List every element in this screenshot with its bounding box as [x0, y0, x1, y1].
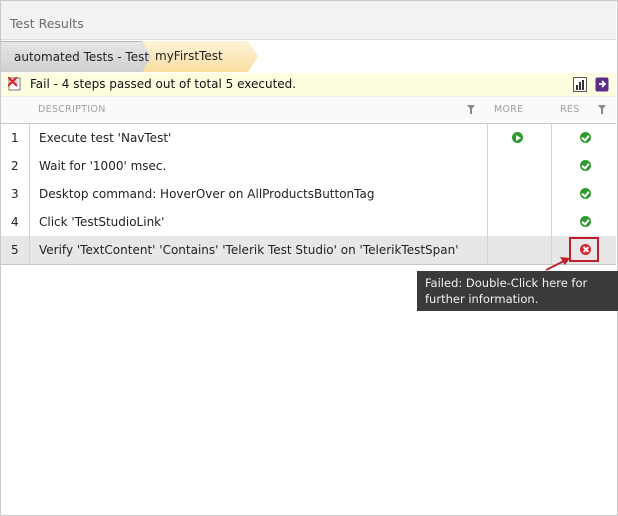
breadcrumb-item-test[interactable]: automated Tests - Test 1	[1, 41, 151, 72]
failed-icon[interactable]	[580, 244, 591, 255]
play-icon[interactable]	[512, 132, 523, 143]
passed-icon	[580, 188, 591, 199]
export-icon[interactable]	[595, 77, 609, 92]
fail-icon	[8, 77, 21, 91]
table-row[interactable]: 3 Desktop command: HoverOver on AllProdu…	[1, 180, 616, 208]
table-row-selected[interactable]: 5 Verify 'TextContent' 'Contains' 'Teler…	[1, 236, 616, 264]
step-number: 5	[11, 243, 19, 257]
step-number: 1	[11, 131, 19, 145]
step-description: Verify 'TextContent' 'Contains' 'Telerik…	[39, 243, 459, 257]
step-description: Wait for '1000' msec.	[39, 159, 167, 173]
step-description: Desktop command: HoverOver on AllProduct…	[39, 187, 375, 201]
report-icon[interactable]	[573, 77, 587, 92]
step-number: 2	[11, 159, 19, 173]
table-row[interactable]: 2 Wait for '1000' msec.	[1, 152, 616, 180]
status-bar: Fail - 4 steps passed out of total 5 exe…	[1, 73, 616, 97]
panel-title-bar: Test Results	[1, 1, 616, 40]
filter-icon[interactable]	[598, 105, 606, 114]
status-text: Fail - 4 steps passed out of total 5 exe…	[30, 77, 297, 91]
step-description: Click 'TestStudioLink'	[39, 215, 165, 229]
breadcrumb: automated Tests - Test 1 myFirstTest Ste…	[1, 41, 616, 72]
panel-title: Test Results	[10, 16, 84, 31]
column-divider	[487, 124, 488, 264]
step-number: 3	[11, 187, 19, 201]
tooltip: Failed: Double-Click here for further in…	[417, 271, 618, 311]
breadcrumb-item-steps[interactable]: myFirstTest Steps	[142, 41, 258, 72]
column-divider	[551, 124, 552, 264]
grid-header: DESCRIPTION MORE RESULT	[1, 97, 616, 124]
passed-icon	[580, 132, 591, 143]
filter-icon[interactable]	[467, 105, 475, 114]
column-header-description[interactable]: DESCRIPTION	[38, 104, 106, 115]
step-description: Execute test 'NavTest'	[39, 131, 172, 145]
column-divider	[29, 124, 30, 264]
table-row[interactable]: 4 Click 'TestStudioLink'	[1, 208, 616, 236]
step-number: 4	[11, 215, 19, 229]
table-bottom-border	[1, 264, 616, 265]
column-header-more[interactable]: MORE	[494, 104, 523, 115]
column-header-result[interactable]: RESULT	[560, 104, 580, 115]
passed-icon	[580, 216, 591, 227]
table-row[interactable]: 1 Execute test 'NavTest'	[1, 124, 616, 152]
passed-icon	[580, 160, 591, 171]
